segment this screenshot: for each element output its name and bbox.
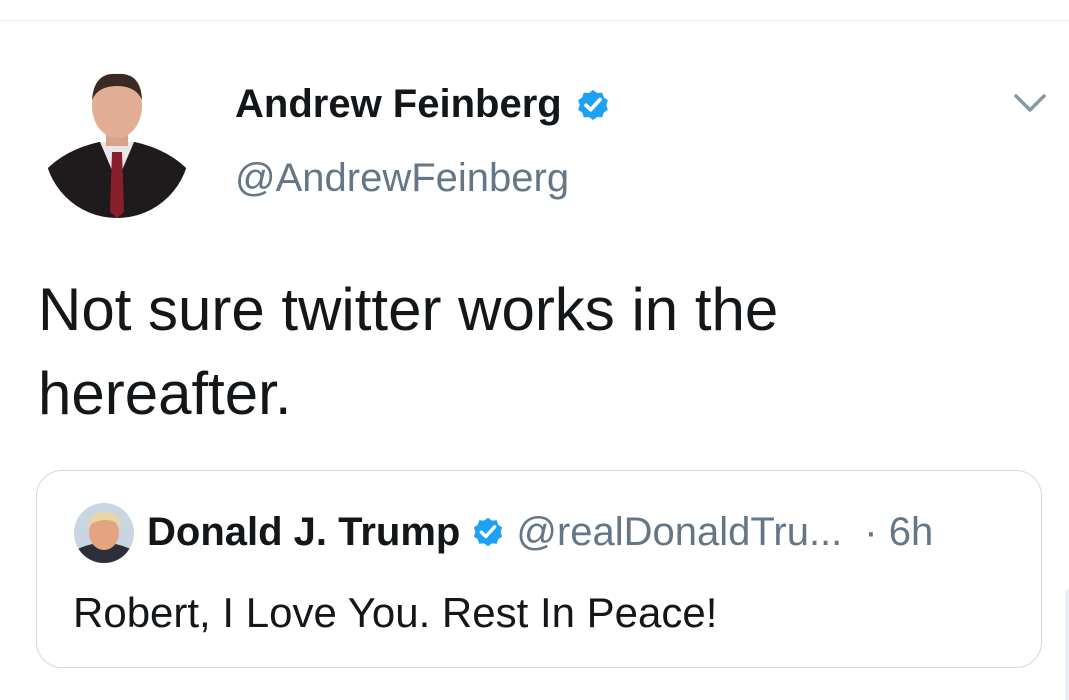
tweet-text: Not sure twitter works in the hereafter. [38,276,779,427]
verified-badge-icon [577,89,608,120]
quoted-tweet-text: Robert, I Love You. Rest In Peace! [73,589,718,636]
quoted-author-name[interactable]: Donald J. Trump [147,510,460,555]
author-handle[interactable]: @AndrewFeinberg [235,156,569,201]
quoted-tweet-card[interactable]: Donald J. Trump @realDonaldTru... · 6h R… [36,470,1042,668]
quoted-avatar-image [74,503,134,563]
author-name-row[interactable]: Andrew Feinberg [235,82,612,127]
author-avatar-image [44,72,190,218]
top-divider [0,20,1069,21]
author-avatar[interactable] [44,72,190,218]
chevron-down-icon[interactable] [1010,88,1050,118]
verified-badge-icon [474,517,503,547]
quoted-author-handle[interactable]: @realDonaldTru... [516,510,842,555]
quoted-tweet-timestamp[interactable]: · 6h [864,510,933,555]
scrollbar-edge [1065,590,1069,700]
quoted-tweet-header: Donald J. Trump @realDonaldTru... · 6h [147,507,1027,557]
quoted-author-avatar [74,503,134,563]
author-name[interactable]: Andrew Feinberg [235,82,562,127]
